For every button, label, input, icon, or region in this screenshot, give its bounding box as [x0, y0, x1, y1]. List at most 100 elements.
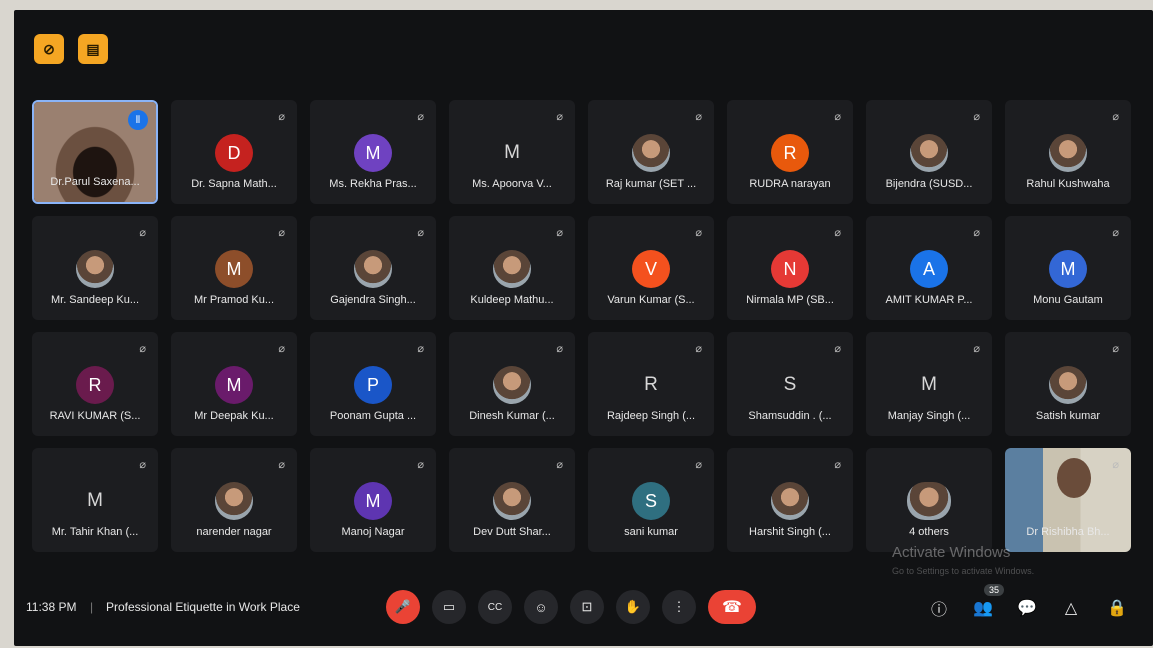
participant-name: Nirmala MP (SB...: [746, 294, 834, 306]
present-button[interactable]: ⊡: [570, 590, 604, 624]
participant-name: Mr. Tahir Khan (...: [51, 526, 139, 538]
participant-tile[interactable]: D ⌀ Dr. Sapna Math...: [171, 100, 297, 204]
participant-name: Bijendra (SUSD...: [885, 178, 973, 190]
captions-button[interactable]: CC: [478, 590, 512, 624]
participant-tile[interactable]: ⌀ narender nagar: [171, 448, 297, 552]
participant-tile[interactable]: ⌀ Raj kumar (SET ...: [588, 100, 714, 204]
participant-name: narender nagar: [196, 526, 272, 538]
participant-avatar: [493, 482, 531, 520]
participant-avatar: [354, 250, 392, 288]
present-icon: ⊡: [581, 599, 593, 614]
participant-tile[interactable]: S ⌀ sani kumar: [588, 448, 714, 552]
participant-name: Shamsuddin . (...: [748, 410, 832, 422]
chat-button[interactable]: 💬: [1014, 596, 1040, 620]
activities-icon: △: [1064, 600, 1078, 617]
participant-tile[interactable]: ⌀ Satish kumar: [1005, 332, 1131, 436]
mic-off-button[interactable]: 🎤: [386, 590, 420, 624]
participant-tile[interactable]: M ⌀ Ms. Rekha Pras...: [310, 100, 436, 204]
participant-tile[interactable]: ⌀ Mr. Sandeep Ku...: [32, 216, 158, 320]
end-call-button[interactable]: ☎: [708, 590, 756, 624]
participant-name: Raj kumar (SET ...: [605, 178, 697, 190]
participant-tile[interactable]: ⌀ Dinesh Kumar (...: [449, 332, 575, 436]
participant-tile[interactable]: S ⌀ Shamsuddin . (...: [727, 332, 853, 436]
mic-muted-icon: ⌀: [139, 459, 146, 471]
speaking-indicator-icon: ⦀: [128, 110, 148, 130]
participant-tile[interactable]: M ⌀ Ms. Apoorva V...: [449, 100, 575, 204]
people-button[interactable]: 👥: [970, 596, 996, 620]
captions-icon: CC: [487, 601, 503, 613]
activate-windows-subtitle: Go to Settings to activate Windows.: [892, 566, 1035, 576]
mic-muted-icon: ⌀: [695, 111, 702, 123]
mic-muted-icon: ⌀: [1112, 459, 1119, 471]
participant-name: Ms. Apoorva V...: [472, 178, 552, 190]
mic-off-icon: 🎤: [394, 599, 412, 614]
participant-tile[interactable]: V ⌀ Varun Kumar (S...: [588, 216, 714, 320]
participant-tile[interactable]: ⌀ Rahul Kushwaha: [1005, 100, 1131, 204]
participant-tile[interactable]: ⦀ Dr.Parul Saxena...: [32, 100, 158, 204]
separator: |: [90, 600, 94, 614]
participant-avatar: [632, 134, 670, 172]
lock-icon: 🔒: [1107, 600, 1127, 617]
participant-tile[interactable]: N ⌀ Nirmala MP (SB...: [727, 216, 853, 320]
participant-avatar: S: [783, 374, 797, 395]
participant-tile[interactable]: M ⌀ Mr Pramod Ku...: [171, 216, 297, 320]
mic-muted-icon: ⌀: [556, 459, 563, 471]
participant-tile[interactable]: A ⌀ AMIT KUMAR P...: [866, 216, 992, 320]
participant-tile[interactable]: M ⌀ Mr. Tahir Khan (...: [32, 448, 158, 552]
raise-hand-button[interactable]: ✋: [616, 590, 650, 624]
mic-muted-icon: ⌀: [278, 227, 285, 239]
participant-tile[interactable]: R ⌀ RUDRA narayan: [727, 100, 853, 204]
mic-muted-icon: ⌀: [1112, 111, 1119, 123]
room-icon[interactable]: ▤: [78, 34, 108, 64]
chat-icon: 💬: [1017, 600, 1037, 617]
meeting-info-button[interactable]: ⓘ: [926, 596, 952, 620]
mic-muted-icon: ⌀: [556, 227, 563, 239]
participant-avatar: [910, 134, 948, 172]
participant-tile[interactable]: M ⌀ Mr Deepak Ku...: [171, 332, 297, 436]
participant-tile[interactable]: M ⌀ Manoj Nagar: [310, 448, 436, 552]
participant-tile[interactable]: R ⌀ RAVI KUMAR (S...: [32, 332, 158, 436]
camera-button[interactable]: ▭: [432, 590, 466, 624]
participant-tile[interactable]: ⌀ Bijendra (SUSD...: [866, 100, 992, 204]
participant-avatar: M: [921, 374, 937, 395]
participant-name: Mr. Sandeep Ku...: [50, 294, 140, 306]
participant-tile[interactable]: P ⌀ Poonam Gupta ...: [310, 332, 436, 436]
participant-name: Kuldeep Mathu...: [470, 294, 554, 306]
participant-avatar: R: [76, 366, 114, 404]
others-avatars: [907, 482, 951, 520]
bottom-bar: 11:38 PM | Professional Etiquette in Wor…: [14, 582, 1153, 638]
activities-button[interactable]: △: [1058, 596, 1084, 620]
mic-muted-icon: ⌀: [695, 459, 702, 471]
mic-muted-icon: ⌀: [973, 343, 980, 355]
mic-muted-icon: ⌀: [834, 459, 841, 471]
participant-tile[interactable]: ⌀ Gajendra Singh...: [310, 216, 436, 320]
participant-tile[interactable]: ⌀ Kuldeep Mathu...: [449, 216, 575, 320]
meeting-title: Professional Etiquette in Work Place: [106, 600, 300, 614]
more-options-button[interactable]: ⋮: [662, 590, 696, 624]
participant-tile[interactable]: M ⌀ Manjay Singh (...: [866, 332, 992, 436]
emoji-button[interactable]: ☺: [524, 590, 558, 624]
participant-avatar: M: [215, 366, 253, 404]
participant-tile[interactable]: 4 others: [866, 448, 992, 552]
participant-avatar: M: [354, 134, 392, 172]
participant-tile[interactable]: ⌀ Dev Dutt Shar...: [449, 448, 575, 552]
participant-avatar: [771, 482, 809, 520]
host-controls-button[interactable]: 🔒: [1104, 596, 1130, 620]
mic-muted-icon: ⌀: [278, 459, 285, 471]
participant-name: Harshit Singh (...: [749, 526, 831, 538]
participant-count-badge: 35: [984, 584, 1005, 596]
participant-tile[interactable]: R ⌀ Rajdeep Singh (...: [588, 332, 714, 436]
participant-avatar: R: [644, 374, 658, 395]
camera-icon: ▭: [442, 599, 456, 614]
participant-tile[interactable]: ⌀ Harshit Singh (...: [727, 448, 853, 552]
participant-name: Dr. Sapna Math...: [191, 178, 277, 190]
camera-off-icon[interactable]: ⊘: [34, 34, 64, 64]
top-left-controls: ⊘ ▤: [34, 34, 108, 64]
participant-name: Rahul Kushwaha: [1026, 178, 1110, 190]
meet-window: ⊘ ▤ ⦀ Dr.Parul Saxena... D ⌀ Dr. Sapna Math.…: [14, 10, 1153, 646]
mic-muted-icon: ⌀: [417, 343, 424, 355]
participant-avatar: D: [215, 134, 253, 172]
participant-tile[interactable]: ⌀ Dr Rishibha Bh...: [1005, 448, 1131, 552]
participant-avatar: S: [632, 482, 670, 520]
participant-tile[interactable]: M ⌀ Monu Gautam: [1005, 216, 1131, 320]
